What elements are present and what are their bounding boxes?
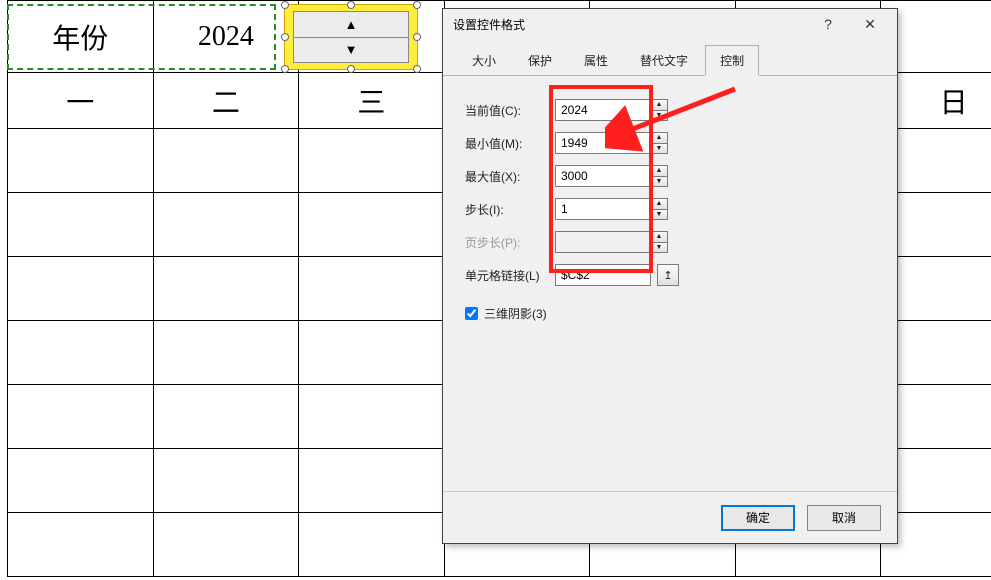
pagestep-label: 页步长(P): (465, 234, 555, 251)
step-label: 步长(I): (465, 201, 555, 218)
resize-handle[interactable] (413, 33, 421, 41)
cell[interactable] (8, 193, 154, 257)
dialog-titlebar[interactable]: 设置控件格式 ? ✕ (443, 9, 897, 39)
cell[interactable] (299, 449, 445, 513)
cell[interactable] (153, 513, 299, 577)
triangle-up-icon: ▲ (345, 17, 358, 32)
help-button[interactable]: ? (807, 11, 849, 37)
spin-up-icon[interactable]: ▲ (650, 99, 668, 110)
resize-handle[interactable] (281, 1, 289, 9)
tab-control[interactable]: 控制 (705, 45, 759, 76)
dialog-footer: 确定 取消 (443, 491, 897, 543)
spinner-up-button[interactable]: ▲ (294, 12, 408, 38)
cell[interactable] (8, 385, 154, 449)
spin-down-icon[interactable]: ▼ (650, 143, 668, 155)
range-picker-button[interactable]: ↥ (657, 264, 679, 286)
3d-shadow-checkbox[interactable] (465, 307, 478, 320)
tab-alttext[interactable]: 替代文字 (625, 45, 703, 75)
cell[interactable] (8, 321, 154, 385)
close-button[interactable]: ✕ (849, 11, 891, 37)
tab-protect[interactable]: 保护 (513, 45, 567, 75)
resize-handle[interactable] (413, 1, 421, 9)
min-value-input[interactable] (555, 132, 651, 154)
cell[interactable] (8, 129, 154, 193)
spinner-control[interactable]: ▲ ▼ (284, 4, 418, 70)
format-control-dialog: 设置控件格式 ? ✕ 大小 保护 属性 替代文字 控制 当前值(C): ▲ ▼ … (442, 8, 898, 544)
cell[interactable] (299, 513, 445, 577)
spinner-down-button[interactable]: ▼ (294, 38, 408, 63)
spin-up-icon[interactable]: ▲ (650, 198, 668, 209)
cell[interactable] (153, 129, 299, 193)
max-value-input[interactable] (555, 165, 651, 187)
dialog-body: 当前值(C): ▲ ▼ 最小值(M): ▲▼ 最大值(X): ▲▼ 步长(I):… (443, 76, 897, 491)
cell-link-input[interactable] (555, 264, 651, 286)
spin-down-icon[interactable]: ▼ (650, 110, 668, 122)
spin-buttons: ▲ ▼ (650, 99, 668, 121)
min-value-label: 最小值(M): (465, 135, 555, 152)
help-icon: ? (824, 16, 832, 32)
range-picker-icon: ↥ (663, 269, 672, 282)
triangle-down-icon: ▼ (345, 42, 358, 57)
cell[interactable] (153, 449, 299, 513)
spin-down-icon[interactable]: ▼ (650, 176, 668, 188)
cell[interactable] (153, 257, 299, 321)
cell[interactable] (153, 385, 299, 449)
resize-handle[interactable] (281, 33, 289, 41)
cancel-button[interactable]: 取消 (807, 505, 881, 531)
spin-down-icon[interactable]: ▼ (650, 209, 668, 221)
cell[interactable] (299, 385, 445, 449)
cell[interactable] (8, 449, 154, 513)
spin-up-icon: ▲ (650, 231, 668, 242)
resize-handle[interactable] (413, 65, 421, 73)
max-value-label: 最大值(X): (465, 168, 555, 185)
cell-year-label[interactable]: 年份 (8, 1, 154, 73)
cell[interactable] (299, 193, 445, 257)
cell[interactable] (299, 129, 445, 193)
close-icon: ✕ (864, 16, 876, 33)
spin-up-icon[interactable]: ▲ (650, 165, 668, 176)
cell[interactable] (299, 257, 445, 321)
dialog-tabs: 大小 保护 属性 替代文字 控制 (443, 39, 897, 76)
cell-link-label: 单元格链接(L) (465, 267, 555, 284)
ok-button[interactable]: 确定 (721, 505, 795, 531)
cell[interactable] (8, 513, 154, 577)
tab-properties[interactable]: 属性 (569, 45, 623, 75)
cell[interactable] (153, 321, 299, 385)
resize-handle[interactable] (347, 1, 355, 9)
spin-down-icon: ▼ (650, 242, 668, 254)
current-value-input[interactable] (555, 99, 651, 121)
cell[interactable] (8, 257, 154, 321)
cell-year-value[interactable]: 2024 (153, 1, 299, 73)
tab-size[interactable]: 大小 (457, 45, 511, 75)
step-input[interactable] (555, 198, 651, 220)
cell-weekday[interactable]: 一 (8, 73, 154, 129)
cell[interactable] (299, 321, 445, 385)
spin-up-icon[interactable]: ▲ (650, 132, 668, 143)
cell-weekday[interactable]: 三 (299, 73, 445, 129)
pagestep-input (555, 231, 651, 253)
cell-weekday[interactable]: 二 (153, 73, 299, 129)
3d-shadow-label: 三维阴影(3) (484, 305, 547, 322)
cell[interactable] (153, 193, 299, 257)
dialog-title: 设置控件格式 (453, 16, 525, 33)
resize-handle[interactable] (281, 65, 289, 73)
current-value-label: 当前值(C): (465, 102, 555, 119)
resize-handle[interactable] (347, 65, 355, 73)
